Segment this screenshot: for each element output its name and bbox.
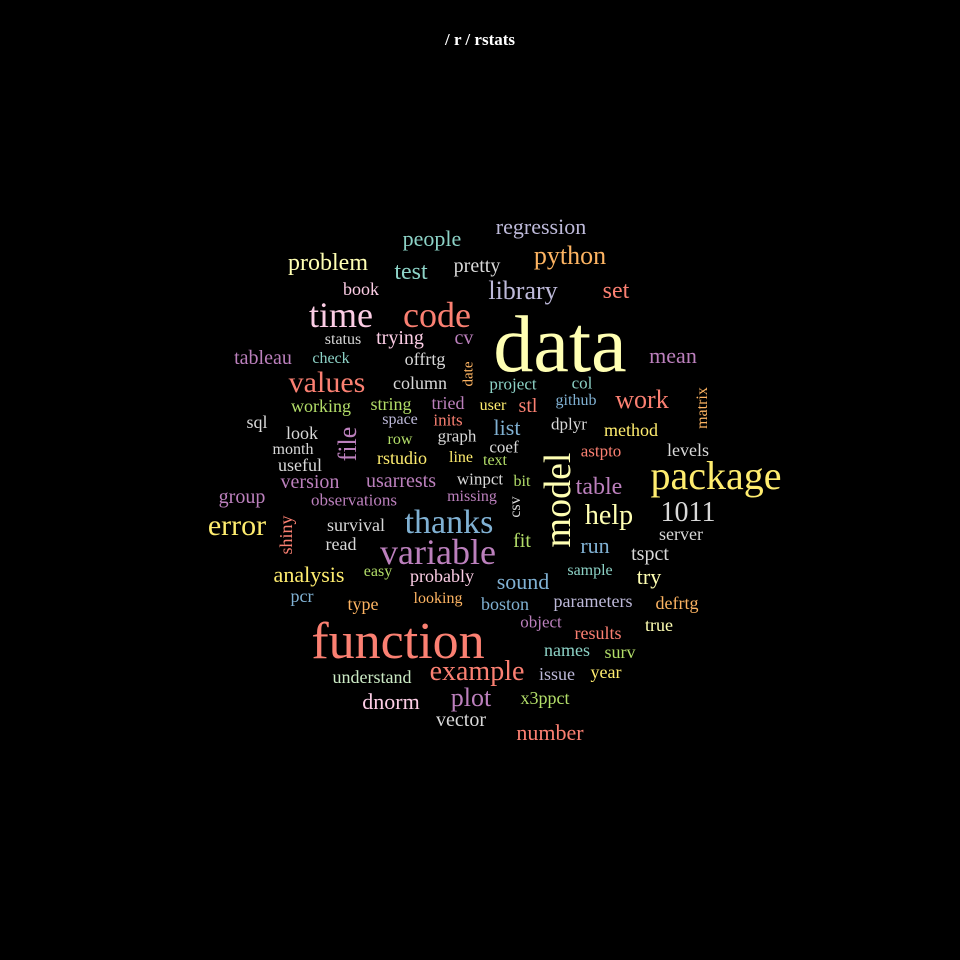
word-col: col	[571, 373, 593, 393]
word-status: status	[324, 331, 362, 348]
word-values: values	[288, 366, 366, 399]
word-working: working	[291, 396, 351, 416]
word-tried: tried	[431, 393, 465, 413]
word-trying: trying	[376, 327, 424, 349]
word-plot: plot	[450, 683, 492, 712]
word-line: line	[449, 449, 473, 466]
word-useful: useful	[278, 455, 322, 475]
word-astpto: astpto	[580, 441, 622, 461]
word-group: group	[218, 486, 266, 508]
word-stl: stl	[518, 395, 538, 417]
word-set: set	[602, 278, 630, 304]
word-vector: vector	[436, 709, 486, 731]
word-read: read	[325, 534, 357, 554]
word-graph: graph	[437, 426, 477, 446]
word-looking: looking	[413, 590, 463, 607]
word-library: library	[488, 276, 558, 305]
word-look: look	[285, 423, 319, 443]
word-cv: cv	[454, 327, 474, 349]
word-example: example	[429, 656, 525, 687]
word-user: user	[479, 397, 507, 414]
word-list: list	[493, 415, 521, 440]
word-surv: surv	[604, 642, 636, 662]
word-space: space	[382, 411, 418, 428]
word-model: model	[537, 452, 579, 548]
word-cloud-canvas: / r / rstats data function package model cod…	[0, 0, 960, 960]
word-coef: coef	[489, 437, 519, 457]
word-thanks: thanks	[404, 504, 494, 541]
word-github: github	[555, 392, 597, 409]
word-defrtg: defrtg	[655, 593, 699, 613]
word-boston: boston	[480, 594, 530, 614]
word-analysis: analysis	[273, 562, 345, 587]
word-inits: inits	[433, 410, 463, 430]
word-observations: observations	[311, 490, 397, 510]
word-run: run	[580, 533, 610, 558]
word-dplyr: dplyr	[551, 414, 587, 434]
word-sample: sample	[567, 562, 613, 579]
word-winpct: winpct	[456, 469, 504, 489]
word-date: date	[460, 361, 477, 387]
word-shiny: shiny	[276, 515, 296, 555]
word-server: server	[659, 524, 703, 544]
word-version: version	[280, 471, 340, 493]
word-object: object	[520, 612, 562, 632]
word-number: number	[516, 720, 584, 745]
word-parameters: parameters	[553, 591, 633, 611]
word-regression: regression	[495, 214, 587, 239]
word-book: book	[343, 279, 379, 299]
word-missing: missing	[447, 488, 497, 505]
page-title: / r / rstats	[444, 30, 516, 49]
word-column: column	[393, 373, 447, 393]
word-test: test	[394, 259, 428, 285]
word-pcr: pcr	[290, 586, 314, 606]
word-understand: understand	[332, 667, 412, 687]
word-tableau: tableau	[234, 347, 292, 369]
word-help: help	[584, 500, 634, 531]
word-x3ppct: x3ppct	[520, 688, 570, 708]
word-mean: mean	[649, 343, 697, 368]
word-rstudio: rstudio	[376, 448, 428, 468]
word-bit: bit	[513, 473, 531, 490]
word-people: people	[402, 226, 462, 251]
word-type: type	[347, 594, 379, 614]
word-data: data	[493, 301, 627, 389]
word-usarrests: usarrests	[366, 470, 436, 492]
word-1011: 1011	[660, 497, 716, 528]
word-package: package	[650, 453, 782, 498]
word-offrtg: offrtg	[404, 349, 446, 369]
word-issue: issue	[539, 664, 575, 684]
word-survival: survival	[327, 515, 385, 535]
word-names: names	[544, 640, 590, 660]
word-python: python	[533, 241, 607, 270]
word-sql: sql	[246, 412, 268, 432]
word-check: check	[312, 350, 350, 367]
word-project: project	[489, 374, 537, 394]
word-levels: levels	[667, 440, 709, 460]
word-dnorm: dnorm	[362, 689, 420, 714]
word-matrix: matrix	[694, 387, 711, 429]
word-year: year	[590, 662, 622, 682]
word-probably: probably	[410, 566, 474, 586]
word-time: time	[309, 295, 373, 335]
word-try: try	[636, 564, 662, 589]
word-month: month	[272, 441, 314, 458]
word-table: table	[575, 474, 623, 500]
word-sound: sound	[496, 569, 550, 594]
word-tspct: tspct	[631, 543, 669, 565]
word-method: method	[604, 420, 658, 440]
word-pretty: pretty	[453, 255, 501, 277]
word-problem: problem	[288, 250, 368, 276]
word-easy: easy	[363, 563, 393, 580]
word-fit: fit	[513, 530, 531, 552]
word-file: file	[333, 426, 362, 462]
word-csv: csv	[507, 496, 524, 518]
word-error: error	[207, 509, 267, 542]
word-row: row	[387, 431, 413, 448]
word-true: true	[645, 615, 673, 635]
word-work: work	[615, 385, 669, 414]
